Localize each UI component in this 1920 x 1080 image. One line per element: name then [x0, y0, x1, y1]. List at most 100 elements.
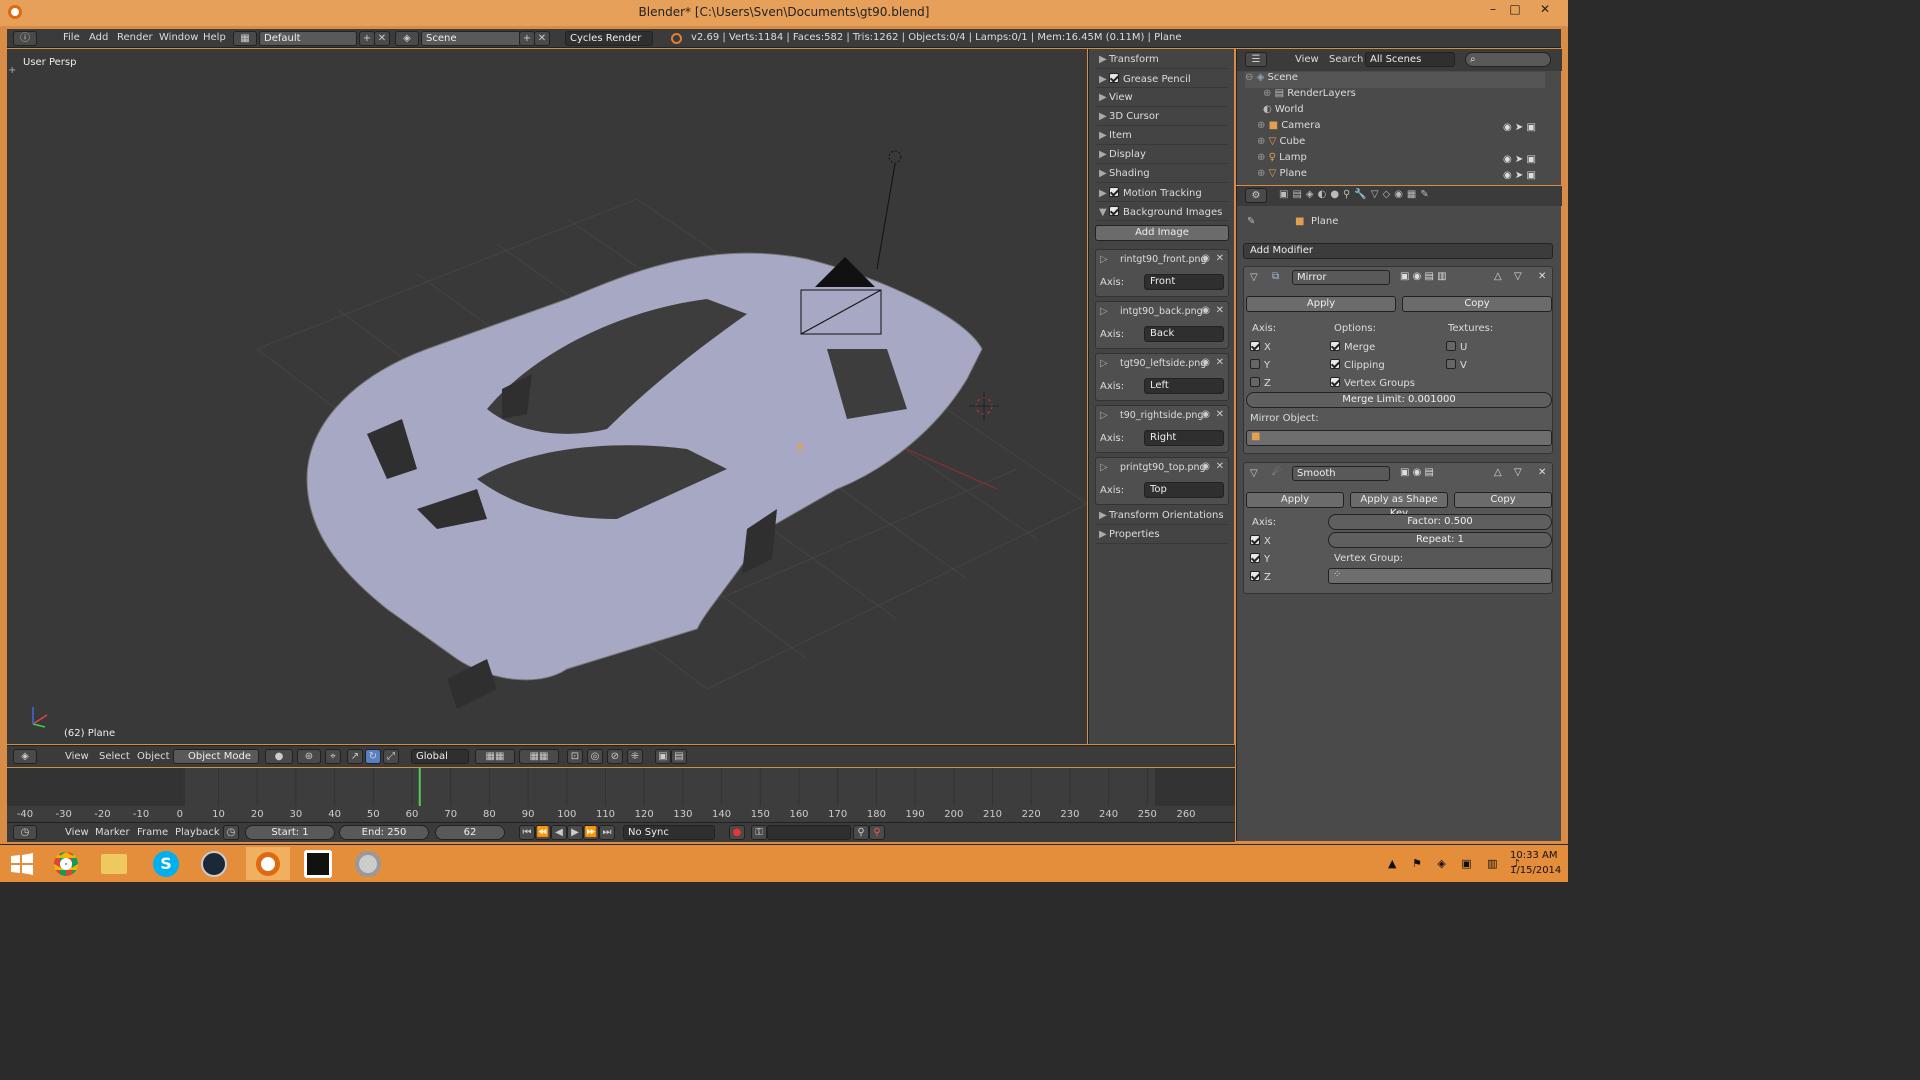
media-player-icon[interactable]	[346, 847, 390, 880]
mode-select[interactable]: Object Mode	[173, 749, 259, 764]
axis-select[interactable]: Top	[1144, 482, 1224, 498]
smooth-factor-slider[interactable]: Factor: 0.500	[1328, 514, 1552, 530]
expand-arrow-icon[interactable]: ▷	[1100, 410, 1108, 421]
pin-icon[interactable]: ✎	[1247, 216, 1255, 227]
snap-target-icon[interactable]: ⊘	[607, 749, 623, 764]
keying-set-field[interactable]	[767, 825, 851, 840]
panel-shading[interactable]: ▶ Shading	[1095, 165, 1229, 183]
eye-icon[interactable]: ◉	[1201, 409, 1210, 420]
move-down-icon[interactable]: ▽	[1514, 271, 1522, 282]
smooth-vertex-group-field[interactable]: ⁘	[1328, 568, 1552, 584]
panel-grease-pencil[interactable]: ▶ Grease Pencil	[1095, 70, 1229, 88]
remove-icon[interactable]: ✕	[1216, 357, 1224, 368]
mirror-axis-x[interactable]: X	[1250, 341, 1271, 353]
collapse-arrow-icon[interactable]: ▽	[1250, 272, 1258, 283]
remove-icon[interactable]: ✕	[1216, 409, 1224, 420]
visibility-eye-icon[interactable]: ◉ ➤ ▣	[1503, 154, 1536, 165]
expand-arrow-icon[interactable]: ▷	[1100, 254, 1108, 265]
mirror-vertex-groups-checkbox[interactable]: Vertex Groups	[1330, 377, 1415, 389]
smooth-axis-x[interactable]: X	[1250, 535, 1271, 547]
play-reverse-icon[interactable]: ◀	[551, 825, 567, 840]
layout-icon[interactable]: ▦	[233, 31, 257, 46]
properties-editor-icon[interactable]: ⚙	[1245, 188, 1267, 203]
mirror-clipping-checkbox[interactable]: Clipping	[1330, 359, 1385, 371]
mirror-object-field[interactable]: ■	[1246, 430, 1552, 446]
outliner-search-input[interactable]: ⌕	[1465, 52, 1551, 67]
layout-add-button[interactable]: +	[359, 31, 375, 46]
timeline-menu-frame[interactable]: Frame	[137, 827, 168, 838]
panel-transform-orientations[interactable]: ▶ Transform Orientations	[1095, 507, 1229, 525]
chrome-icon[interactable]	[44, 847, 88, 880]
panel-transform[interactable]: ▶ Transform	[1095, 51, 1229, 69]
preview-range-icon[interactable]: ◷	[223, 825, 239, 840]
clock-time[interactable]: 10:33 AM	[1510, 850, 1557, 861]
mirror-apply-button[interactable]: Apply	[1246, 296, 1396, 312]
axis-select[interactable]: Right	[1144, 430, 1224, 446]
render-still-icon[interactable]: ▣	[655, 749, 671, 764]
remove-icon[interactable]: ✕	[1216, 253, 1224, 264]
inkscape-icon[interactable]	[296, 847, 340, 880]
close-button[interactable]: ✕	[1530, 2, 1560, 22]
jump-end-icon[interactable]: ⏭	[599, 825, 615, 840]
remove-icon[interactable]: ✕	[1216, 305, 1224, 316]
timeline-menu-view[interactable]: View	[65, 827, 89, 838]
outliner-row-scene[interactable]: ⊖ ◈ Scene	[1245, 72, 1545, 88]
outliner-row-world[interactable]: ◐ World	[1263, 104, 1563, 120]
timeline-menu-playback[interactable]: Playback	[175, 827, 220, 838]
timeline-editor-icon[interactable]: ◷	[13, 825, 37, 840]
render-toggle-icon[interactable]: ▣ ◉ ▤ ▥	[1400, 271, 1447, 282]
smooth-repeat-slider[interactable]: Repeat: 1	[1328, 532, 1552, 548]
outliner-menu-search[interactable]: Search	[1329, 54, 1363, 65]
smooth-apply-button[interactable]: Apply	[1246, 492, 1344, 508]
menu-add[interactable]: Add	[89, 32, 108, 43]
delete-keyframe-icon[interactable]: ⚲	[869, 825, 885, 840]
scene-remove-button[interactable]: ✕	[534, 31, 550, 46]
add-modifier-select[interactable]: Add Modifier	[1243, 243, 1553, 259]
3d-viewport[interactable]: User Persp + (62) Plane	[7, 49, 1087, 744]
next-keyframe-icon[interactable]: ⏩	[583, 825, 599, 840]
mirror-copy-button[interactable]: Copy	[1402, 296, 1552, 312]
mirror-name-field[interactable]: Mirror	[1292, 270, 1390, 285]
mirror-texture-u[interactable]: U	[1446, 341, 1467, 353]
manipulator-icon[interactable]: ⌖	[325, 749, 341, 764]
translate-icon[interactable]: ↗	[347, 749, 363, 764]
timeline-menu-marker[interactable]: Marker	[95, 827, 130, 838]
smooth-copy-button[interactable]: Copy	[1454, 492, 1552, 508]
eye-icon[interactable]: ◉	[1201, 253, 1210, 264]
maximize-button[interactable]: □	[1504, 2, 1526, 22]
smooth-axis-z[interactable]: Z	[1250, 571, 1271, 583]
jump-start-icon[interactable]: ⏮	[519, 825, 535, 840]
snap-element-icon[interactable]: ⁜	[627, 749, 643, 764]
minimize-button[interactable]: –	[1482, 2, 1504, 22]
current-frame-field[interactable]: 62	[435, 825, 505, 840]
panel-item[interactable]: ▶ Item	[1095, 127, 1229, 145]
mirror-axis-z[interactable]: Z	[1250, 377, 1271, 389]
menu-render[interactable]: Render	[117, 32, 153, 43]
clock-date[interactable]: 1/15/2014	[1510, 865, 1561, 876]
eye-icon[interactable]: ◉	[1201, 461, 1210, 472]
shading-select-icon[interactable]: ●	[265, 749, 293, 764]
file-explorer-icon[interactable]	[92, 847, 136, 880]
layout-remove-button[interactable]: ✕	[374, 31, 390, 46]
move-up-icon[interactable]: △	[1494, 467, 1502, 478]
3d-menu-select[interactable]: Select	[99, 751, 130, 762]
axis-select[interactable]: Back	[1144, 326, 1224, 342]
menu-window[interactable]: Window	[159, 32, 198, 43]
orientation-select[interactable]: Global	[411, 749, 469, 764]
scale-icon[interactable]: ⤢	[383, 749, 399, 764]
play-icon[interactable]: ▶	[567, 825, 583, 840]
mirror-merge-checkbox[interactable]: Merge	[1330, 341, 1375, 353]
snap-icon[interactable]: ⊡	[567, 749, 583, 764]
remove-icon[interactable]: ✕	[1216, 461, 1224, 472]
merge-limit-slider[interactable]: Merge Limit: 0.001000	[1246, 392, 1552, 408]
end-frame-field[interactable]: End: 250	[339, 825, 429, 840]
menu-file[interactable]: File	[63, 32, 80, 43]
pivot-select-icon[interactable]: ⊛	[297, 749, 321, 764]
outliner-editor-icon[interactable]: ☰	[1245, 52, 1267, 67]
visibility-eye-icon[interactable]: ◉ ➤ ▣	[1503, 122, 1536, 133]
smooth-axis-y[interactable]: Y	[1250, 553, 1270, 565]
scene-icon[interactable]: ◈	[395, 31, 419, 46]
start-frame-field[interactable]: Start: 1	[245, 825, 335, 840]
outliner-row-renderlayers[interactable]: ⊕ ▤ RenderLayers	[1263, 88, 1563, 104]
add-image-button[interactable]: Add Image	[1095, 225, 1229, 241]
